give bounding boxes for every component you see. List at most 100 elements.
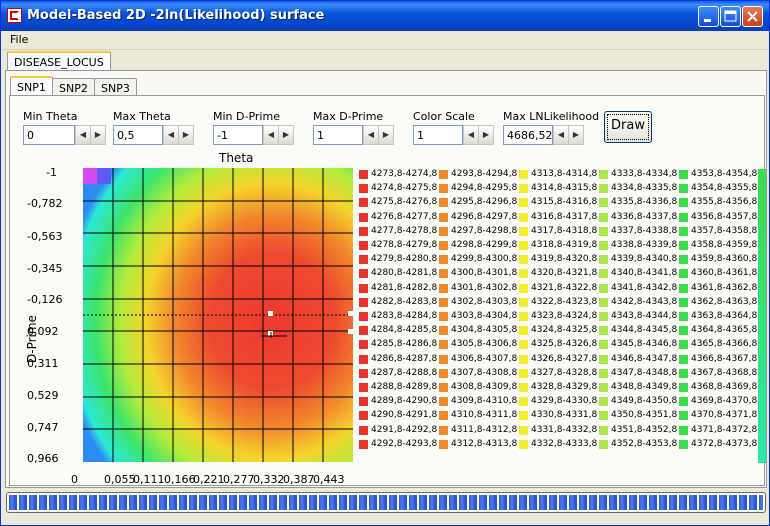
legend-swatch [599, 326, 608, 335]
legend-swatch [519, 369, 528, 378]
legend-swatch [439, 440, 448, 449]
menu-file[interactable]: File [10, 33, 28, 46]
legend-swatch [439, 255, 448, 264]
legend-label: 4295,8-4296,8 [451, 197, 518, 207]
tab-snp3[interactable]: SNP3 [94, 78, 137, 96]
y-axis-title: D-Prime [25, 315, 39, 363]
x-tick: 0,166 [164, 473, 196, 486]
max-lnl-input[interactable]: 4686,52 [503, 125, 553, 145]
legend-label: 4319,8-4320,8 [531, 254, 598, 264]
legend-label: 4310,8-4311,8 [451, 410, 518, 420]
legend-swatch [679, 369, 688, 378]
legend-swatch [679, 227, 688, 236]
legend-label: 4311,8-4312,8 [451, 425, 518, 435]
min-dprime-up[interactable]: ▶ [278, 125, 294, 145]
min-theta-up[interactable]: ▶ [90, 125, 106, 145]
legend-label: 4372,8-4373,8 [691, 439, 758, 449]
marker-point [268, 311, 273, 316]
legend-swatch [359, 170, 368, 179]
min-theta-down[interactable]: ◀ [75, 125, 91, 145]
legend-swatch [439, 227, 448, 236]
legend-swatch [439, 170, 448, 179]
legend-label: 4328,8-4329,8 [531, 382, 598, 392]
max-dprime-up[interactable]: ▶ [378, 125, 394, 145]
legend-swatch [519, 426, 528, 435]
min-dprime-input[interactable]: -1 [213, 125, 263, 145]
legend-swatch [679, 383, 688, 392]
minimize-button[interactable] [698, 6, 719, 27]
legend-label: 4359,8-4360,8 [691, 254, 758, 264]
menu-bar: File [2, 31, 768, 50]
legend-label: 4283,8-4284,8 [371, 311, 438, 321]
heatmap-corner-cell [97, 168, 111, 184]
max-dprime-input[interactable]: 1 [313, 125, 363, 145]
tab-snp2[interactable]: SNP2 [52, 78, 95, 96]
legend-label: 4290,8-4291,8 [371, 410, 438, 420]
color-scale-up[interactable]: ▶ [478, 125, 494, 145]
legend-swatch [679, 326, 688, 335]
legend-label: 4354,8-4355,8 [691, 183, 758, 193]
legend-label: 4347,8-4348,8 [611, 368, 678, 378]
legend-swatch [599, 397, 608, 406]
legend-swatch [599, 312, 608, 321]
max-theta-input[interactable]: 0,5 [113, 125, 163, 145]
y-tick: 0,747 [27, 421, 59, 434]
legend-label: 4332,8-4333,8 [531, 439, 598, 449]
legend-label: 4322,8-4323,8 [531, 297, 598, 307]
max-lnl-label: Max LNLikelihood [503, 110, 600, 123]
legend-label: 4351,8-4352,8 [611, 425, 678, 435]
legend-label: 4336,8-4337,8 [611, 212, 678, 222]
likelihood-heatmap[interactable] [83, 168, 353, 462]
marker-point [348, 329, 353, 334]
legend-label: 4370,8-4371,8 [691, 410, 758, 420]
legend-label: 4301,8-4302,8 [451, 283, 518, 293]
legend-label: 4335,8-4336,8 [611, 197, 678, 207]
color-scale-down[interactable]: ◀ [463, 125, 479, 145]
color-scale-input[interactable]: 1 [413, 125, 463, 145]
legend-label: 4314,8-4315,8 [531, 183, 598, 193]
min-theta-input[interactable]: 0 [23, 125, 75, 145]
legend-swatch [519, 227, 528, 236]
title-bar[interactable]: Model-Based 2D -2ln(Likelihood) surface [1, 1, 769, 31]
legend-label: 4279,8-4280,8 [371, 254, 438, 264]
legend-swatch [599, 383, 608, 392]
legend-label: 4307,8-4308,8 [451, 368, 518, 378]
legend-swatch [599, 184, 608, 193]
legend-label: 4296,8-4297,8 [451, 212, 518, 222]
draw-button[interactable]: Draw [604, 111, 652, 143]
min-dprime-label: Min D-Prime [213, 110, 280, 123]
tab-snp1[interactable]: SNP1 [10, 76, 53, 96]
legend-label: 4333,8-4334,8 [611, 169, 678, 179]
legend-label: 4324,8-4325,8 [531, 325, 598, 335]
legend-label: 4348,8-4349,8 [611, 382, 678, 392]
legend-label: 4361,8-4362,8 [691, 283, 758, 293]
x-tick: 0,332 [253, 473, 285, 486]
tab-disease-locus[interactable]: DISEASE_LOCUS [7, 51, 111, 71]
max-theta-up[interactable]: ▶ [178, 125, 194, 145]
legend-swatch [439, 397, 448, 406]
close-button[interactable] [742, 6, 763, 27]
x-tick: 0,277 [223, 473, 255, 486]
legend-label: 4275,8-4276,8 [371, 197, 438, 207]
legend-label: 4303,8-4304,8 [451, 311, 518, 321]
legend-swatch [679, 411, 688, 420]
max-lnl-up[interactable]: ▶ [568, 125, 584, 145]
legend-swatch [519, 269, 528, 278]
legend-label: 4285,8-4286,8 [371, 339, 438, 349]
legend-label: 4369,8-4370,8 [691, 396, 758, 406]
min-dprime-down[interactable]: ◀ [263, 125, 279, 145]
legend-label: 4365,8-4366,8 [691, 339, 758, 349]
legend-swatch [359, 397, 368, 406]
legend-label: 4289,8-4290,8 [371, 396, 438, 406]
maximize-button[interactable] [720, 6, 741, 27]
legend-swatch [439, 213, 448, 222]
legend-label: 4299,8-4300,8 [451, 254, 518, 264]
legend-label: 4274,8-4275,8 [371, 183, 438, 193]
legend-swatch [439, 198, 448, 207]
legend-label: 4323,8-4324,8 [531, 311, 598, 321]
max-dprime-down[interactable]: ◀ [363, 125, 379, 145]
legend-swatch [519, 241, 528, 250]
max-lnl-down[interactable]: ◀ [553, 125, 569, 145]
min-theta-label: Min Theta [23, 110, 78, 123]
max-theta-down[interactable]: ◀ [163, 125, 179, 145]
